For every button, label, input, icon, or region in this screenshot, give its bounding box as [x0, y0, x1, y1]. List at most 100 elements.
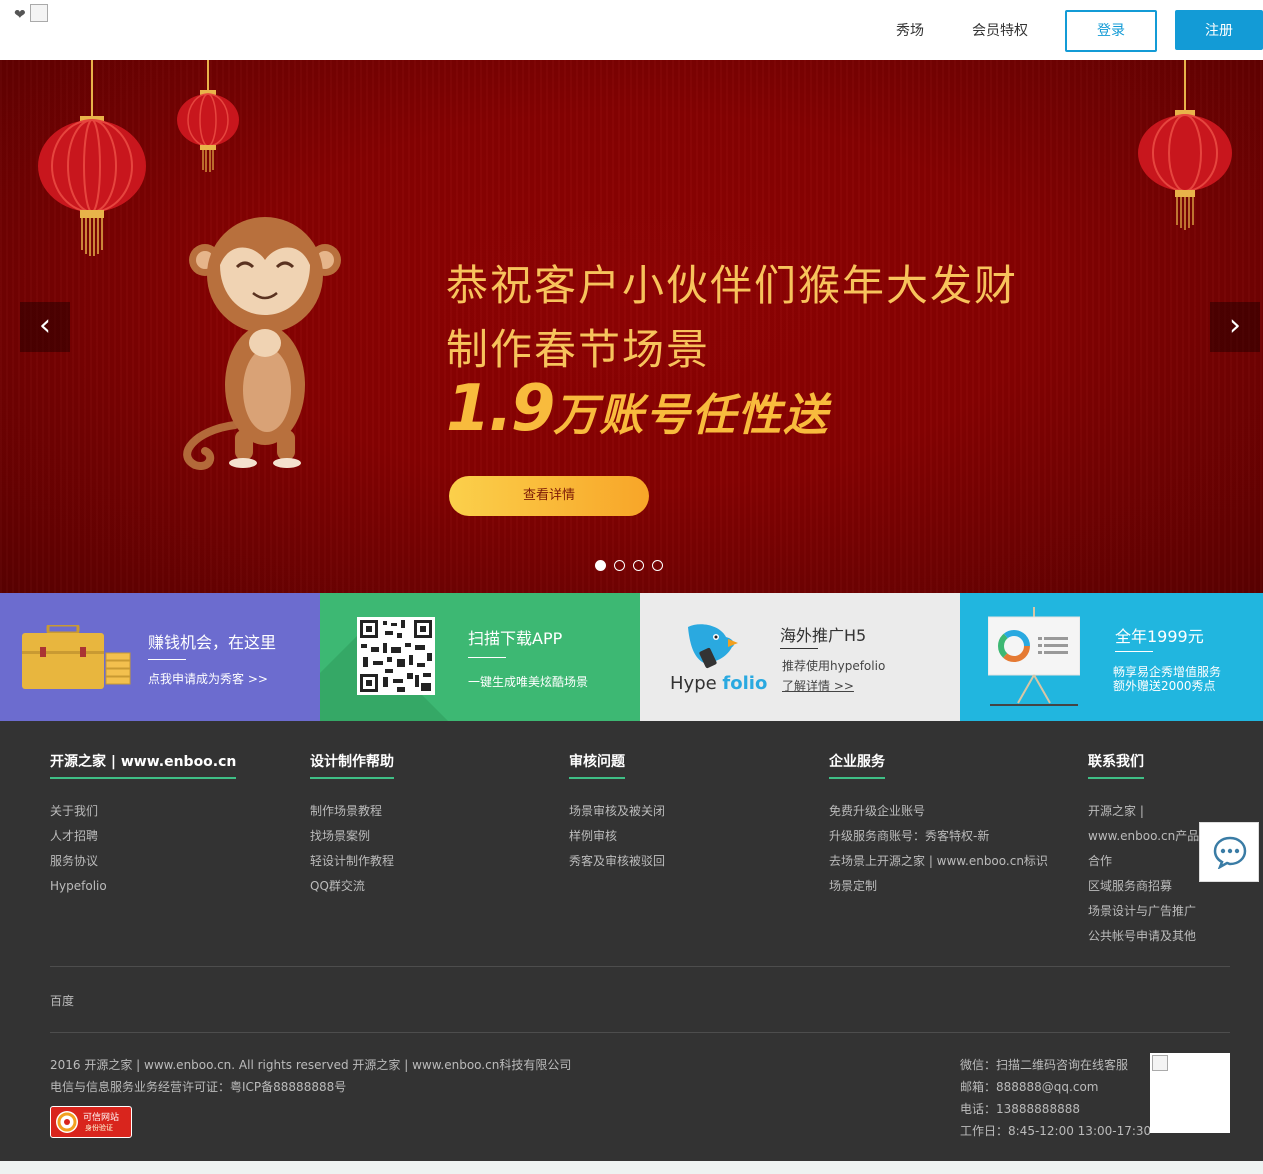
badge-text: 身份验证 [85, 1124, 113, 1132]
footer-link[interactable]: 合作 [1088, 849, 1200, 874]
footer-divider [50, 966, 1230, 967]
footer-link[interactable]: 区域服务商招募 [1088, 874, 1200, 899]
chevron-right-icon: › [1229, 308, 1241, 343]
footer-link[interactable]: 去场景上开源之家 | www.enboo.cn标识 [829, 849, 1048, 874]
feature-desc: 一键生成唯美炫酷场景 [468, 675, 589, 689]
view-details-button[interactable]: 查看详情 [449, 476, 649, 516]
footer-link[interactable]: 场景定制 [829, 874, 1048, 899]
footer-column-head: 企业服务 [829, 751, 885, 779]
icp-license[interactable]: 电信与信息服务业务经营许可证：粤ICP备88888888号 [50, 1078, 346, 1095]
carousel-dot[interactable] [614, 560, 625, 571]
footer-link[interactable]: Hypefolio [50, 874, 236, 899]
feature-desc[interactable]: 点我申请成为秀客 >> [148, 670, 268, 687]
footer-link[interactable]: 公共帐号申请及其他 [1088, 924, 1200, 949]
feature-divider [468, 657, 506, 658]
copyright-text: 2016 开源之家 | www.enboo.cn. All rights res… [50, 1058, 572, 1072]
carousel-next-button[interactable]: › [1210, 302, 1260, 352]
footer-link[interactable]: 开源之家 | [1088, 799, 1200, 824]
contact-wechat: 微信：扫描二维码咨询在线客服 [960, 1058, 1129, 1072]
hero-banner-carousel: 恭祝客户小伙伴们猴年大发财 制作春节场景 1.9万账号任性送 查看详情 ‹ › [0, 60, 1263, 593]
feature-desc: 额外赠送2000秀点 [1113, 679, 1216, 693]
badge-text: 可信网站 [83, 1113, 120, 1123]
wechat-qr-image [1150, 1053, 1230, 1133]
feature-download-app[interactable]: 扫描下载APP 一键生成唯美炫酷场景 [320, 593, 640, 721]
footer-link[interactable]: 制作场景教程 [310, 799, 394, 824]
footer-column-help: 设计制作帮助 制作场景教程 找场景案例 轻设计制作教程 QQ群交流 [310, 751, 394, 899]
contact-email: 邮箱：888888@qq.com [960, 1080, 1099, 1094]
trusted-site-badge[interactable]: 可信网站 身份验证 [50, 1106, 132, 1138]
login-button[interactable]: 登录 [1065, 10, 1157, 52]
footer-link[interactable]: 轻设计制作教程 [310, 849, 394, 874]
footer-divider [50, 1032, 1230, 1033]
carousel-prev-button[interactable]: ‹ [20, 302, 70, 352]
chevron-left-icon: ‹ [39, 308, 51, 343]
footer-link[interactable]: QQ群交流 [310, 874, 394, 899]
footer-column-head: 设计制作帮助 [310, 751, 394, 779]
briefcase-icon [22, 625, 131, 689]
contact-hours: 工作日：8:45-12:00 13:00-17:30 [960, 1124, 1152, 1138]
presentation-board-icon [988, 607, 1080, 706]
feature-title: 海外推广H5 [780, 626, 867, 645]
site-footer: 开源之家 | www.enboo.cn 关于我们 人才招聘 服务协议 Hypef… [0, 721, 1263, 1161]
lantern-icon [38, 60, 146, 256]
heart-icon: ❤ [14, 7, 26, 23]
feature-divider [1115, 651, 1153, 652]
qr-code-icon [357, 617, 435, 695]
footer-link[interactable]: 场景设计与广告推广 [1088, 899, 1200, 924]
feature-title: 赚钱机会，在这里 [148, 633, 277, 652]
footer-column-enterprise: 企业服务 免费升级企业账号 升级服务商账号：秀客特权-新 去场景上开源之家 | … [829, 751, 1048, 899]
monkey-illustration [183, 217, 341, 470]
lantern-icon [1138, 60, 1232, 230]
learn-more-link[interactable]: 了解详情 >> [782, 677, 854, 694]
carousel-indicators [595, 556, 671, 572]
feature-strip: 赚钱机会，在这里 点我申请成为秀客 >> 扫描下载APP 一键生成唯美炫酷场景 [0, 593, 1263, 721]
footer-column-head: 联系我们 [1088, 751, 1144, 779]
footer-link[interactable]: 人才招聘 [50, 824, 236, 849]
lantern-icon [177, 60, 239, 172]
nav-showcase[interactable]: 秀场 [896, 20, 924, 40]
broken-image-icon [30, 4, 48, 22]
promo-number: 1.9 [446, 372, 555, 446]
footer-link[interactable]: 场景审核及被关闭 [569, 799, 665, 824]
footer-link[interactable]: 免费升级企业账号 [829, 799, 1048, 824]
footer-column-contact: 联系我们 开源之家 | www.enboo.cn产品开 合作 区域服务商招募 场… [1088, 751, 1200, 949]
hypefolio-wordmark: Hype folio [670, 673, 768, 694]
footer-column-head: 开源之家 | www.enboo.cn [50, 751, 237, 779]
online-chat-button[interactable] [1199, 822, 1259, 882]
footer-link[interactable]: 找场景案例 [310, 824, 394, 849]
feature-title: 扫描下载APP [468, 629, 563, 648]
site-logo[interactable]: ❤ [14, 4, 50, 24]
banner-title: 恭祝客户小伙伴们猴年大发财 [446, 261, 1019, 310]
footer-link[interactable]: 服务协议 [50, 849, 236, 874]
carousel-dot[interactable] [652, 560, 663, 571]
carousel-dot[interactable] [633, 560, 644, 571]
feature-hypefolio[interactable]: Hype folio 海外推广H5 推荐使用hypefolio 了解详情 >> [640, 593, 960, 721]
banner-subtitle: 制作春节场景 [446, 325, 711, 374]
carousel-dot[interactable] [595, 560, 606, 571]
feature-annual-plan[interactable]: 全年1999元 畅享易企秀增值服务 额外赠送2000秀点 [960, 593, 1263, 721]
contact-phone: 电话：13888888888 [960, 1102, 1080, 1116]
seal-icon [56, 1111, 78, 1133]
chat-bubble-icon [1213, 836, 1247, 869]
footer-link[interactable]: www.enboo.cn产品开 [1088, 824, 1200, 849]
footer-link[interactable]: 秀客及审核被驳回 [569, 849, 665, 874]
footer-column-about: 开源之家 | www.enboo.cn 关于我们 人才招聘 服务协议 Hypef… [50, 751, 237, 899]
banner-promo: 1.9万账号任性送 [446, 372, 829, 446]
register-button[interactable]: 注册 [1175, 10, 1263, 50]
footer-column-head: 审核问题 [569, 751, 625, 779]
feature-title: 全年1999元 [1115, 627, 1204, 646]
feature-earn-money[interactable]: 赚钱机会，在这里 点我申请成为秀客 >> [0, 593, 320, 721]
promo-text: 万账号任性送 [553, 390, 830, 441]
broken-image-icon [1152, 1055, 1168, 1071]
footer-link[interactable]: 升级服务商账号：秀客特权-新 [829, 824, 1048, 849]
footer-link[interactable]: 关于我们 [50, 799, 236, 824]
bird-logo-icon [688, 624, 738, 669]
footer-link[interactable]: 样例审核 [569, 824, 665, 849]
feature-desc: 推荐使用hypefolio [782, 659, 886, 673]
nav-vip-privileges[interactable]: 会员特权 [972, 20, 1028, 40]
feature-divider [148, 659, 186, 660]
footer-column-review: 审核问题 场景审核及被关闭 样例审核 秀客及审核被驳回 [569, 751, 665, 874]
top-header: ❤ 秀场 会员特权 登录 注册 [0, 0, 1263, 60]
friend-link[interactable]: 百度 [50, 992, 74, 1009]
feature-divider [780, 648, 818, 649]
